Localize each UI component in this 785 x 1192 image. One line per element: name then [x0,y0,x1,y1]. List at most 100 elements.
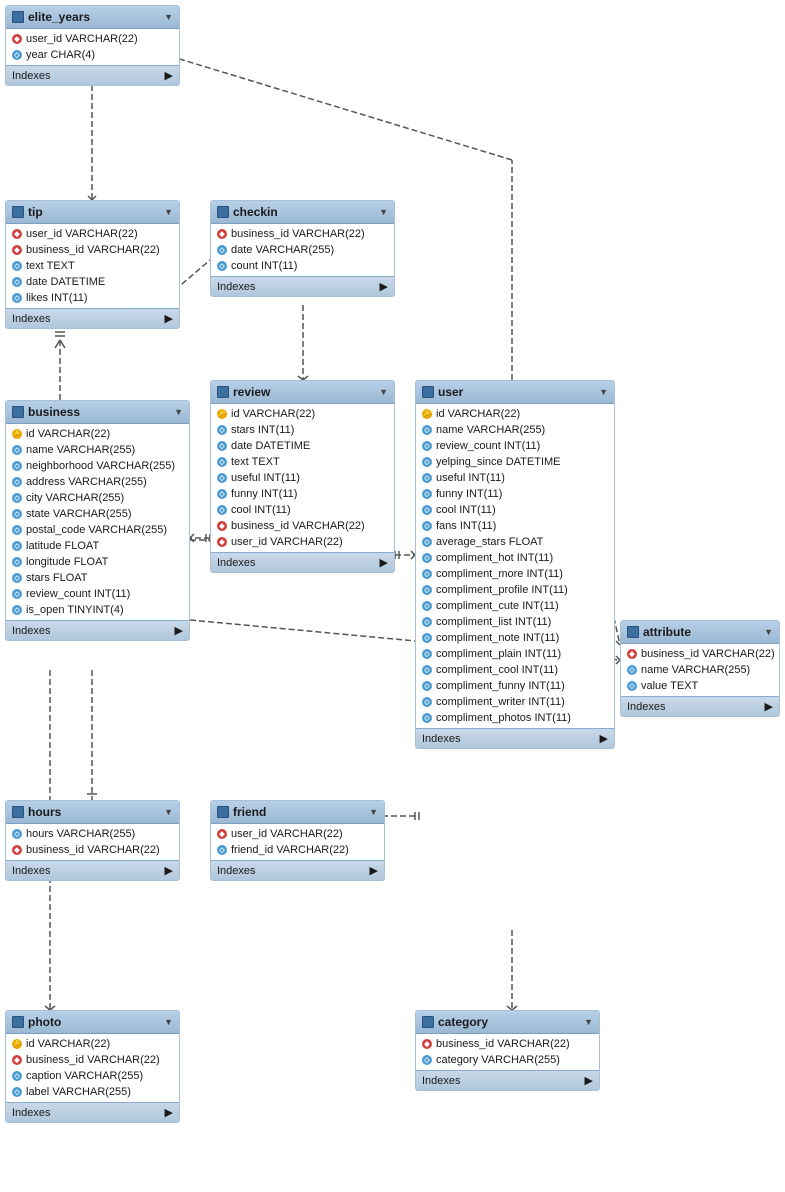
field-funny: ◇ funny INT(11) [416,486,614,502]
table-header-checkin[interactable]: checkin ▼ [211,201,394,224]
field-funny: ◇ funny INT(11) [211,486,394,502]
field-compliment-list: ◇ compliment_list INT(11) [416,614,614,630]
fk-icon: ◆ [627,649,637,659]
indexes-arrow: ▶ [585,1074,593,1087]
regular-icon: ◇ [12,445,22,455]
regular-icon: ◇ [217,489,227,499]
regular-icon: ◇ [12,293,22,303]
fk-icon: ◆ [12,229,22,239]
table-user[interactable]: user ▼ 🔑 id VARCHAR(22) ◇ name VARCHAR(2… [415,380,615,749]
field-id: 🔑 id VARCHAR(22) [6,1036,179,1052]
field-user-id: ◆ user_id VARCHAR(22) [211,534,394,550]
indexes-review[interactable]: Indexes ▶ [211,552,394,572]
table-name: attribute [643,625,691,639]
regular-icon: ◇ [217,441,227,451]
table-name: hours [28,805,61,819]
field-date: ◇ date DATETIME [6,274,179,290]
field-date: ◇ date VARCHAR(255) [211,242,394,258]
indexes-business[interactable]: Indexes ▶ [6,620,189,640]
chevron-down-icon: ▼ [584,1017,593,1027]
indexes-arrow: ▶ [380,280,388,293]
chevron-down-icon: ▼ [164,207,173,217]
table-icon [217,386,229,398]
field-average-stars: ◇ average_stars FLOAT [416,534,614,550]
field-user-id: ◆ user_id VARCHAR(22) [211,826,384,842]
regular-icon: ◇ [422,425,432,435]
table-icon [12,206,24,218]
indexes-attribute[interactable]: Indexes ▶ [621,696,779,716]
field-caption: ◇ caption VARCHAR(255) [6,1068,179,1084]
field-useful: ◇ useful INT(11) [211,470,394,486]
table-name: user [438,385,463,399]
indexes-arrow: ▶ [370,864,378,877]
table-icon [422,1016,434,1028]
table-body-photo: 🔑 id VARCHAR(22) ◆ business_id VARCHAR(2… [6,1034,179,1102]
field-state: ◇ state VARCHAR(255) [6,506,189,522]
table-header-category[interactable]: category ▼ [416,1011,599,1034]
field-neighborhood: ◇ neighborhood VARCHAR(255) [6,458,189,474]
regular-icon: ◇ [422,489,432,499]
fk-icon: ◆ [217,521,227,531]
pk-icon: 🔑 [12,1039,22,1049]
field-is-open: ◇ is_open TINYINT(4) [6,602,189,618]
table-tip[interactable]: tip ▼ ◆ user_id VARCHAR(22) ◆ business_i… [5,200,180,329]
table-header-tip[interactable]: tip ▼ [6,201,179,224]
table-header-review[interactable]: review ▼ [211,381,394,404]
regular-icon: ◇ [422,585,432,595]
table-icon [627,626,639,638]
indexes-hours[interactable]: Indexes ▶ [6,860,179,880]
table-header-hours[interactable]: hours ▼ [6,801,179,824]
table-category[interactable]: category ▼ ◆ business_id VARCHAR(22) ◇ c… [415,1010,600,1091]
indexes-category[interactable]: Indexes ▶ [416,1070,599,1090]
table-header-attribute[interactable]: attribute ▼ [621,621,779,644]
table-header-friend[interactable]: friend ▼ [211,801,384,824]
field-compliment-more: ◇ compliment_more INT(11) [416,566,614,582]
indexes-friend[interactable]: Indexes ▶ [211,860,384,880]
regular-icon: ◇ [12,573,22,583]
regular-icon: ◇ [217,845,227,855]
field-compliment-writer: ◇ compliment_writer INT(11) [416,694,614,710]
table-body-category: ◆ business_id VARCHAR(22) ◇ category VAR… [416,1034,599,1070]
chevron-down-icon: ▼ [379,387,388,397]
indexes-arrow: ▶ [165,312,173,325]
regular-icon: ◇ [12,541,22,551]
indexes-user[interactable]: Indexes ▶ [416,728,614,748]
regular-icon: ◇ [422,521,432,531]
regular-icon: ◇ [12,589,22,599]
field-id: 🔑 id VARCHAR(22) [6,426,189,442]
field-user-id: ◆ user_id VARCHAR(22) [6,31,179,47]
table-header-photo[interactable]: photo ▼ [6,1011,179,1034]
table-header-business[interactable]: business ▼ [6,401,189,424]
pk-icon: 🔑 [217,409,227,419]
table-checkin[interactable]: checkin ▼ ◆ business_id VARCHAR(22) ◇ da… [210,200,395,297]
field-compliment-hot: ◇ compliment_hot INT(11) [416,550,614,566]
table-icon [12,406,24,418]
field-compliment-profile: ◇ compliment_profile INT(11) [416,582,614,598]
regular-icon: ◇ [422,633,432,643]
indexes-photo[interactable]: Indexes ▶ [6,1102,179,1122]
table-name: friend [233,805,266,819]
table-elite-years[interactable]: elite_years ▼ ◆ user_id VARCHAR(22) ◇ ye… [5,5,180,86]
table-business[interactable]: business ▼ 🔑 id VARCHAR(22) ◇ name VARCH… [5,400,190,641]
regular-icon: ◇ [422,569,432,579]
fk-icon: ◆ [217,829,227,839]
indexes-tip[interactable]: Indexes ▶ [6,308,179,328]
chevron-down-icon: ▼ [599,387,608,397]
regular-icon: ◇ [422,649,432,659]
table-attribute[interactable]: attribute ▼ ◆ business_id VARCHAR(22) ◇ … [620,620,780,717]
table-review[interactable]: review ▼ 🔑 id VARCHAR(22) ◇ stars INT(11… [210,380,395,573]
indexes-arrow: ▶ [380,556,388,569]
field-compliment-photos: ◇ compliment_photos INT(11) [416,710,614,726]
field-business-id: ◆ business_id VARCHAR(22) [416,1036,599,1052]
table-header-user[interactable]: user ▼ [416,381,614,404]
indexes-checkin[interactable]: Indexes ▶ [211,276,394,296]
table-hours[interactable]: hours ▼ ◇ hours VARCHAR(255) ◆ business_… [5,800,180,881]
indexes-elite-years[interactable]: Indexes ▶ [6,65,179,85]
pk-icon: 🔑 [422,409,432,419]
table-friend[interactable]: friend ▼ ◆ user_id VARCHAR(22) ◇ friend_… [210,800,385,881]
table-header-elite-years[interactable]: elite_years ▼ [6,6,179,29]
table-photo[interactable]: photo ▼ 🔑 id VARCHAR(22) ◆ business_id V… [5,1010,180,1123]
table-name: business [28,405,80,419]
regular-icon: ◇ [422,441,432,451]
field-category: ◇ category VARCHAR(255) [416,1052,599,1068]
